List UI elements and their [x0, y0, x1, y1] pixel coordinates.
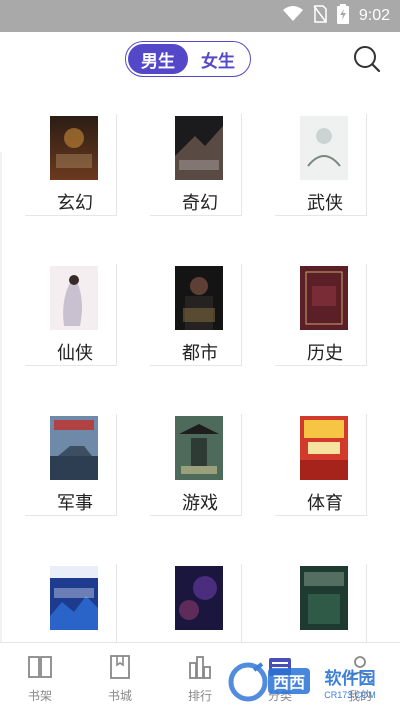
category-label: 军事	[57, 493, 93, 514]
nav-rank[interactable]: 排行	[170, 653, 230, 703]
category-label: 奇幻	[182, 193, 218, 214]
divider	[0, 152, 2, 642]
book-cover	[300, 566, 348, 630]
bookshelf-icon	[26, 653, 54, 681]
category-item-lishi[interactable]: 历史	[275, 244, 375, 369]
watermark-url: CR173.COM	[324, 690, 376, 700]
book-cover	[175, 566, 223, 630]
category-item-tiyu[interactable]: 体育	[275, 394, 375, 519]
nav-bookshelf[interactable]: 书架	[10, 653, 70, 703]
top-bar: 男生 女生	[0, 32, 400, 92]
watermark-logo: 西西 软件园 CR173.COM	[228, 660, 398, 704]
book-cover	[175, 266, 223, 330]
nav-label: 书架	[27, 689, 52, 703]
category-item-kehuan[interactable]: 科幻	[25, 544, 125, 642]
book-cover	[50, 116, 98, 180]
category-label: 历史	[307, 343, 343, 364]
watermark-text-1: 西西	[273, 673, 305, 692]
book-cover	[300, 266, 348, 330]
book-cover	[300, 416, 348, 480]
category-label: 武侠	[307, 193, 343, 214]
book-cover	[50, 266, 98, 330]
gender-toggle: 男生 女生	[125, 41, 251, 77]
wifi-icon	[282, 6, 303, 26]
category-item-xianxia[interactable]: 仙侠	[25, 244, 125, 369]
category-label: 体育	[307, 493, 343, 514]
tab-male[interactable]: 男生	[128, 44, 188, 74]
category-item-dushi[interactable]: 都市	[150, 244, 250, 369]
nav-bookstore[interactable]: 书城	[90, 653, 150, 703]
status-time: 9:02	[358, 7, 390, 24]
watermark-text-2: 软件园	[325, 668, 376, 689]
category-label: 仙侠	[57, 343, 93, 364]
book-cover	[50, 566, 98, 630]
category-item-qita[interactable]: 其他	[275, 544, 375, 642]
book-cover	[300, 116, 348, 180]
category-item-junshi[interactable]: 军事	[25, 394, 125, 519]
category-item-xuanhuan[interactable]: 玄幻	[25, 94, 125, 219]
category-label: 都市	[182, 343, 218, 364]
book-cover	[175, 416, 223, 480]
category-item-qihuan[interactable]: 奇幻	[150, 94, 250, 219]
battery-charging-icon	[336, 4, 349, 28]
category-item-youxi[interactable]: 游戏	[150, 394, 250, 519]
category-item-wuxia[interactable]: 武侠	[275, 94, 375, 219]
book-cover	[175, 116, 223, 180]
category-item-lingyi[interactable]: 灵异	[150, 544, 250, 642]
category-label: 玄幻	[57, 193, 93, 214]
status-bar-right: 9:02	[282, 4, 390, 28]
tab-female[interactable]: 女生	[188, 44, 248, 74]
category-label: 游戏	[182, 493, 218, 514]
nav-label: 排行	[187, 689, 212, 703]
nav-label: 书城	[107, 689, 132, 703]
bookstore-icon	[106, 653, 134, 681]
book-cover	[50, 416, 98, 480]
status-bar: 9:02	[0, 0, 400, 32]
no-sim-icon	[313, 5, 327, 27]
rank-icon	[186, 653, 214, 681]
category-grid-area: 玄幻 奇幻 武侠 仙侠 都市 历史 军事 游戏 体育	[0, 92, 400, 642]
search-icon[interactable]	[352, 44, 382, 74]
